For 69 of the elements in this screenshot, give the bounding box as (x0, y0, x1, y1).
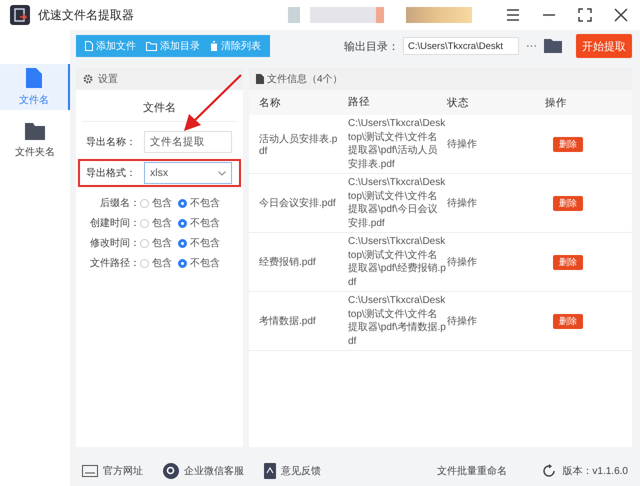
radio-option[interactable]: 不包含 (178, 196, 220, 210)
feedback-icon (264, 462, 276, 478)
menu-icon[interactable] (506, 9, 520, 21)
radio-option[interactable]: 包含 (140, 256, 172, 270)
radio-option[interactable]: 不包含 (178, 256, 220, 270)
radio-option[interactable]: 包含 (140, 216, 172, 230)
delete-button[interactable]: 删除 (553, 196, 583, 210)
output-directory-label: 输出目录： (344, 40, 399, 54)
table-cell-text: 待操作 (447, 196, 478, 210)
file-icon (26, 68, 42, 88)
file-icon (256, 74, 264, 84)
radio-option[interactable]: 包含 (140, 236, 172, 250)
footer-link[interactable]: 企业微信客服 (163, 462, 244, 478)
table-cell-text: 活动人员安排表.pdf (258, 132, 338, 156)
annotation-arrow (181, 74, 243, 132)
format-dropdown[interactable]: xlsx (144, 162, 232, 184)
table-cell-text: 待操作 (447, 256, 478, 269)
column-header: 操作 (545, 96, 568, 110)
field-label: 导出名称： (86, 136, 137, 149)
table-cell: C:\Users\Tkxcra\Desktop\测试文件\文件名提取器\pdf\考情数据.pdf (348, 294, 447, 348)
folder-icon[interactable] (544, 39, 562, 53)
sidebar-item[interactable]: 文件名 (0, 64, 70, 110)
refresh-icon[interactable] (542, 464, 556, 478)
table-cell: C:\Users\Tkxcra\Desktop\测试文件\文件名提取器\pdf\经费报销.pdf (348, 235, 447, 289)
table-cell-text: 经费报销.pdf (258, 256, 317, 269)
option-label: 创建时间： (89, 216, 140, 230)
more-button[interactable]: ··· (523, 40, 540, 52)
radio-option[interactable]: 包含 (140, 196, 172, 210)
table-cell-text: 考情数据.pdf (258, 314, 317, 328)
panel-title: 设置 (98, 72, 118, 86)
export-name-field[interactable]: 文件名提取 (144, 131, 232, 153)
output-directory-field[interactable]: C:\Users\Tkxcra\Deskt (403, 37, 519, 55)
trash-icon (210, 41, 218, 51)
folder-icon (25, 123, 45, 140)
gear-icon (83, 74, 93, 84)
column-header: 名称 (258, 96, 282, 110)
sidebar-item[interactable]: 文件夹名 (0, 118, 70, 164)
panel-title: 文件信息（4个） (267, 72, 343, 86)
file-icon (85, 41, 93, 51)
blurred-user-area (406, 7, 472, 23)
field-label: 导出格式： (86, 166, 137, 180)
footer-link[interactable]: 官方网址 (82, 464, 143, 478)
window-title: 优速文件名提取器 (38, 6, 134, 24)
start-button[interactable]: 开始提取 (576, 34, 632, 58)
option-label: 修改时间： (89, 236, 140, 250)
table-cell-text: C:\Users\Tkxcra\Desktop\测试文件\文件名提取器\pdf\今日会议安排.pdf (348, 176, 446, 230)
chat-icon (163, 462, 179, 478)
delete-button[interactable]: 删除 (553, 136, 583, 152)
footer-text: 文件批量重命名 (437, 464, 507, 478)
version-text: 版本：v1.1.6.0 (562, 464, 628, 478)
option-label: 后缀名： (99, 196, 140, 210)
option-label: 文件路径： (89, 256, 140, 270)
maximize-icon[interactable] (578, 8, 592, 22)
column-header: 路径 (348, 96, 371, 110)
delete-button[interactable]: 删除 (553, 254, 583, 270)
footer-link[interactable]: 意见反馈 (264, 462, 321, 478)
browser-icon (82, 464, 98, 476)
table-cell-text: C:\Users\Tkxcra\Desktop\测试文件\文件名提取器\pdf\活动人员安排表.pdf (348, 117, 446, 171)
radio-option[interactable]: 不包含 (178, 236, 220, 250)
close-icon[interactable] (614, 8, 628, 22)
table-cell-text: 待操作 (447, 314, 478, 328)
radio-option[interactable]: 不包含 (178, 216, 220, 230)
chevron-down-icon (218, 170, 226, 176)
delete-button[interactable]: 删除 (553, 314, 583, 328)
table-cell-text: 今日会议安排.pdf (258, 196, 337, 210)
app-logo-icon (10, 5, 30, 25)
folder-icon (146, 42, 157, 50)
column-header: 状态 (447, 96, 470, 110)
table-cell-text: 待操作 (447, 138, 478, 151)
